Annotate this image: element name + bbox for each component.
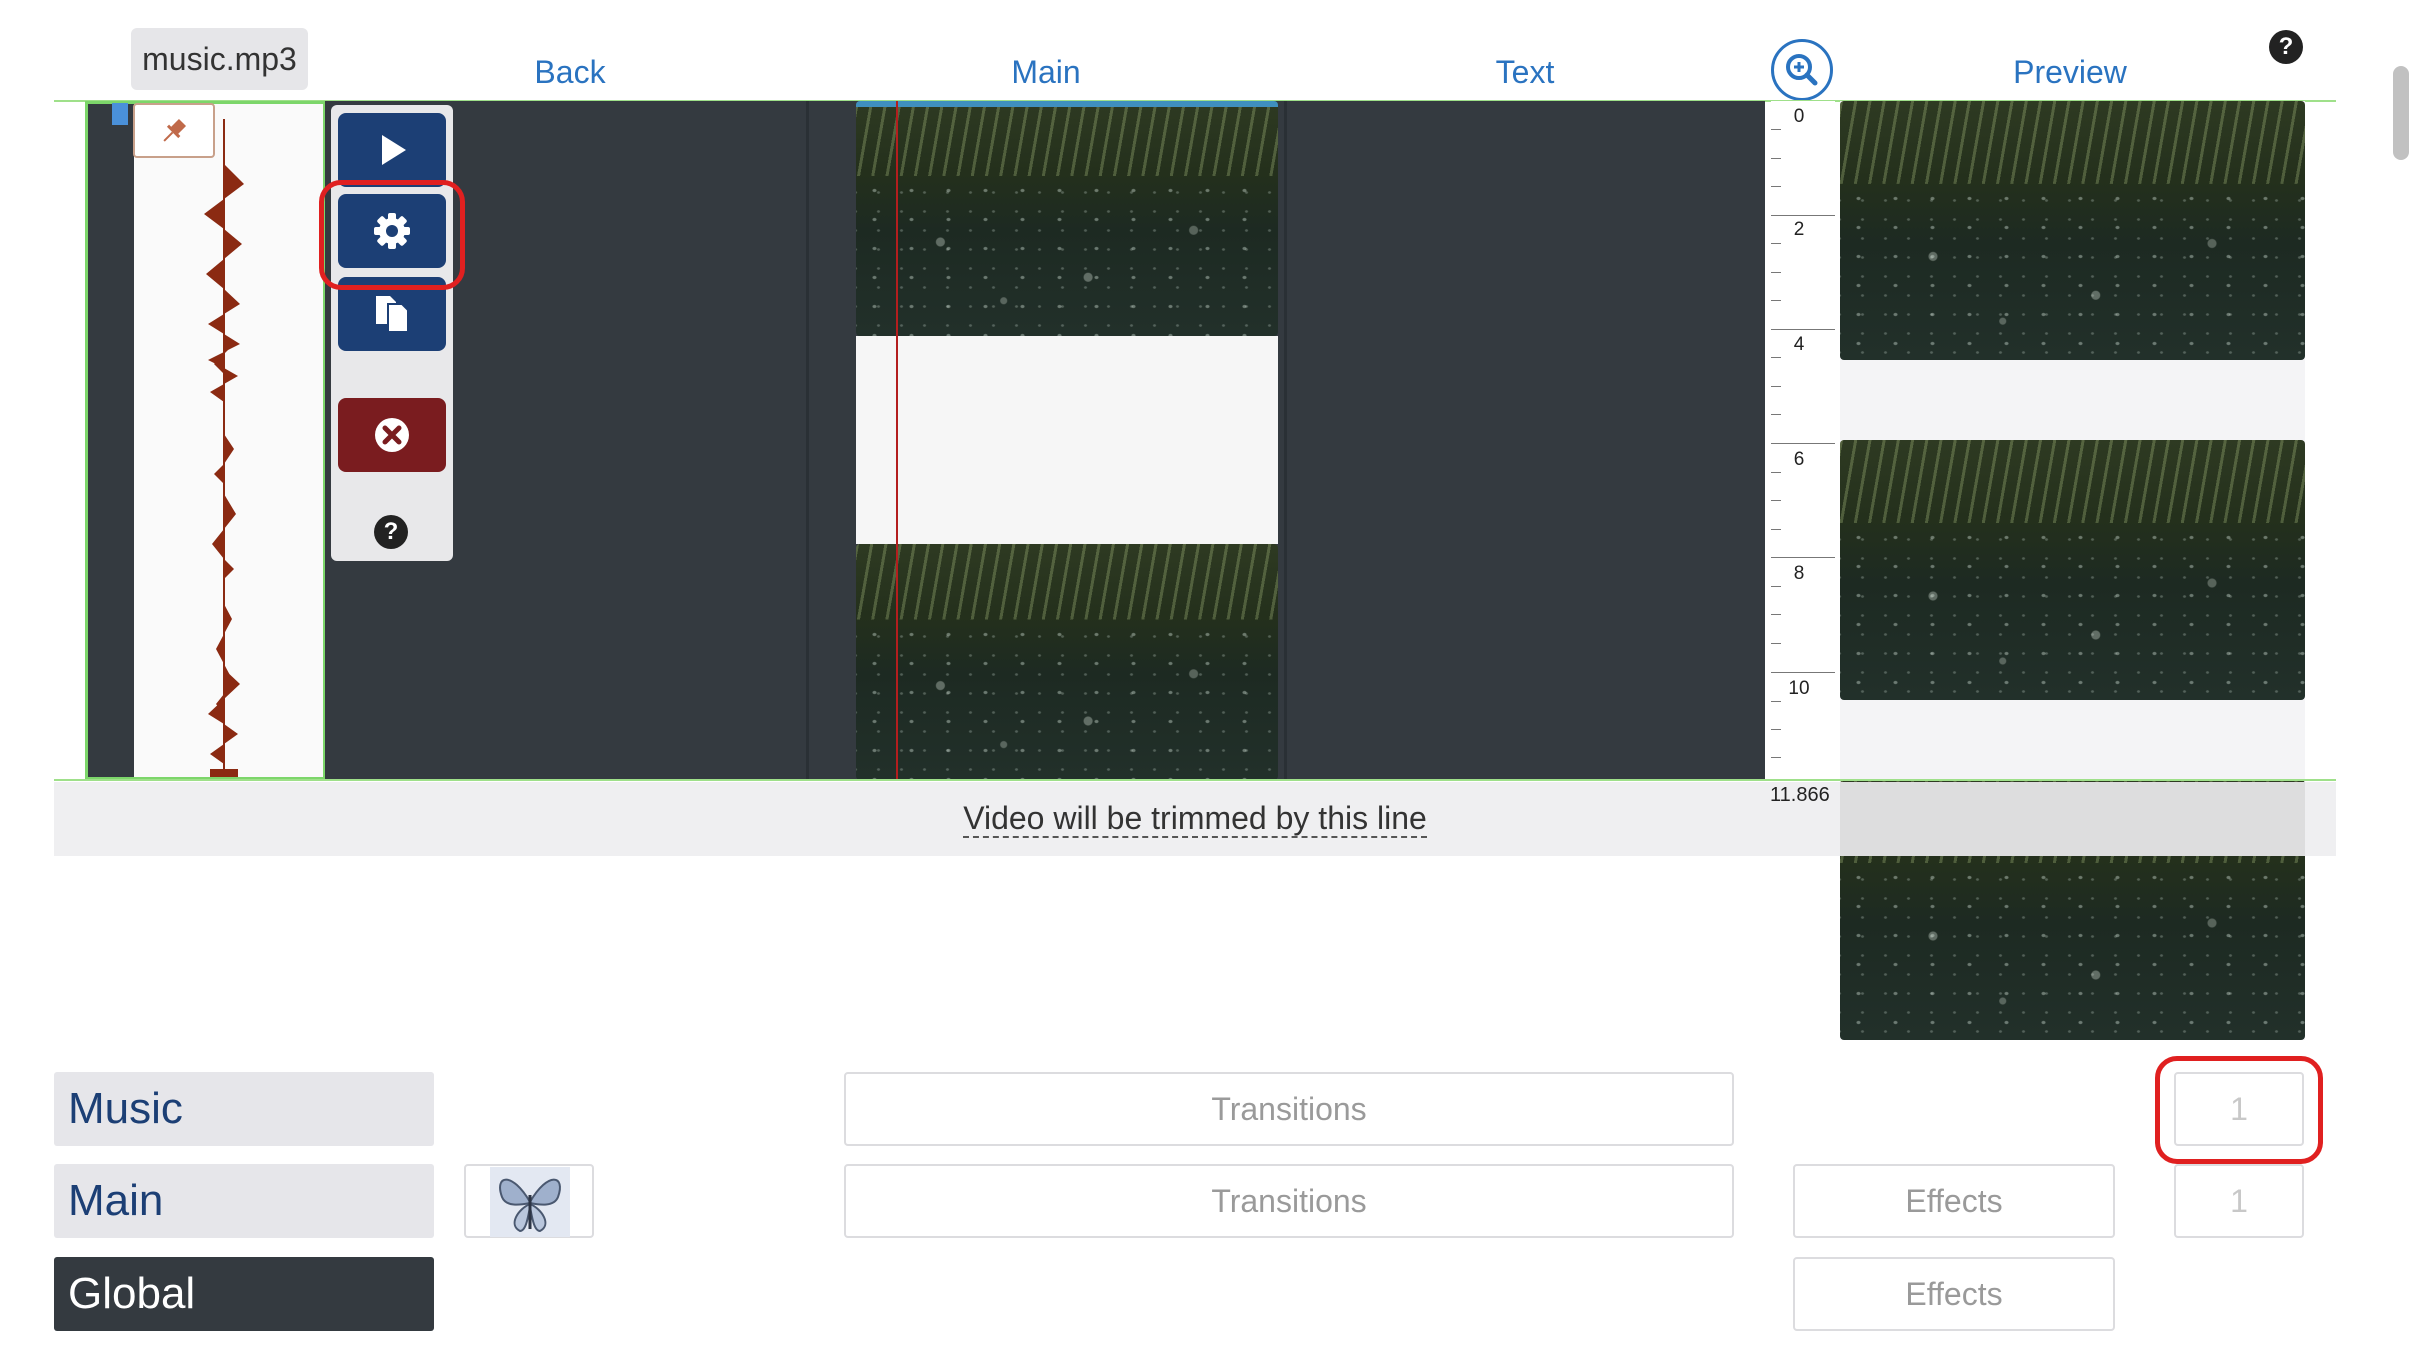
pond-video-frame (856, 544, 1278, 780)
ruler-mark: 4 (1793, 334, 1805, 355)
highlight-music-count (2155, 1056, 2323, 1164)
global-effects-button[interactable]: Effects (1793, 1257, 2115, 1331)
main-clip-2[interactable] (856, 544, 1278, 780)
music-transitions-button[interactable]: Transitions (844, 1072, 1734, 1146)
column-main-label[interactable]: Main (946, 54, 1146, 91)
butterfly-icon (490, 1167, 570, 1237)
main-count-input[interactable]: 1 (2174, 1164, 2304, 1238)
page-scrollbar[interactable] (2393, 66, 2409, 160)
pond-video-frame (856, 101, 1278, 336)
preview-frame-1[interactable] (1840, 101, 2305, 360)
column-divider (806, 101, 809, 780)
column-back-label[interactable]: Back (470, 54, 670, 91)
playhead-line[interactable] (896, 101, 898, 780)
highlight-settings (319, 180, 465, 290)
clip-gap (856, 336, 1278, 544)
timeline-bottom-line (54, 779, 2336, 781)
toolbar-help-icon[interactable]: ? (374, 515, 408, 549)
column-text-label[interactable]: Text (1425, 54, 1625, 91)
ruler-mark: 2 (1793, 219, 1805, 240)
ruler-mark: 6 (1793, 449, 1805, 470)
ruler-mark: 8 (1793, 563, 1805, 584)
trim-end-value: 11.866 (1770, 784, 1830, 806)
row-music-label[interactable]: Music (54, 1072, 434, 1146)
pond-video-frame (1840, 101, 2305, 360)
copy-files-icon (376, 296, 409, 333)
pond-video-frame (1840, 440, 2305, 700)
row-main-label[interactable]: Main (54, 1164, 434, 1238)
zoom-in-icon (1786, 54, 1818, 86)
track-marker (112, 103, 128, 125)
ruler-mark: 10 (1788, 678, 1810, 699)
pin-icon (163, 118, 187, 142)
pin-button[interactable] (133, 103, 215, 158)
main-clip-1[interactable] (856, 101, 1278, 336)
delete-button[interactable] (338, 398, 446, 472)
play-button[interactable] (338, 113, 446, 187)
waveform-graphic (204, 119, 244, 777)
column-divider (1284, 101, 1287, 780)
ruler-mark: 0 (1793, 106, 1805, 127)
delete-circle-icon (375, 418, 409, 452)
row-global-label[interactable]: Global (54, 1257, 434, 1331)
column-preview-label[interactable]: Preview (1970, 54, 2170, 91)
clip-selection-bar (856, 101, 1278, 107)
trim-overlay (1840, 782, 2305, 856)
preview-frame-2[interactable] (1840, 440, 2305, 700)
help-icon[interactable]: ? (2269, 30, 2303, 64)
audio-file-name: music.mp3 (131, 28, 308, 90)
time-ruler: 0 2 4 6 8 10 (1771, 101, 1835, 781)
zoom-button[interactable] (1771, 39, 1833, 101)
music-track[interactable] (85, 101, 325, 780)
main-transitions-button[interactable]: Transitions (844, 1164, 1734, 1238)
clip-thumbnail-button[interactable] (464, 1164, 594, 1238)
clip-toolbar: ? (331, 105, 453, 561)
play-icon (382, 135, 406, 165)
waveform-strip (134, 104, 323, 777)
main-effects-button[interactable]: Effects (1793, 1164, 2115, 1238)
